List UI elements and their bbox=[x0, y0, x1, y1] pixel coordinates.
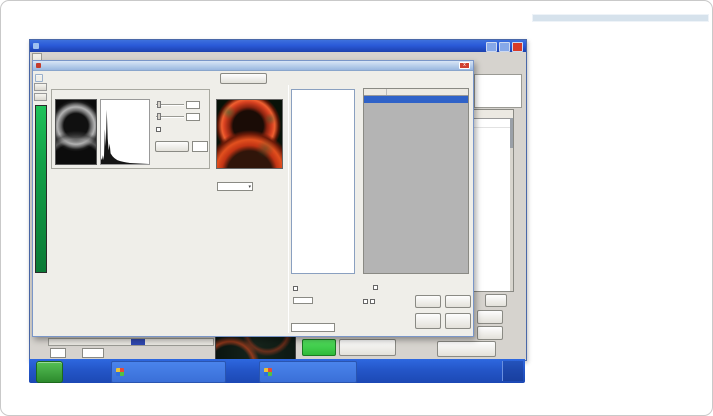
copy-rgb-setting-button[interactable] bbox=[220, 73, 267, 84]
filter-rgb-dialog: x bbox=[32, 60, 474, 337]
column-header bbox=[364, 89, 387, 95]
dialog-close-icon[interactable]: x bbox=[459, 62, 470, 69]
ng-checkbox[interactable] bbox=[370, 299, 375, 304]
bridge-mask-option-row bbox=[363, 296, 413, 306]
color-scale-bar bbox=[35, 105, 47, 273]
source-image-panels bbox=[51, 89, 210, 171]
rgb-filter-enable-checkbox[interactable] bbox=[293, 286, 298, 291]
confirm-complete-button[interactable] bbox=[437, 341, 496, 357]
taskbar bbox=[29, 359, 525, 383]
dropdown[interactable] bbox=[217, 182, 253, 191]
pad-list-header bbox=[364, 89, 468, 96]
main-window-titlebar bbox=[30, 40, 526, 52]
close-button[interactable] bbox=[445, 313, 471, 329]
vertical-divider bbox=[288, 85, 289, 333]
apply-button[interactable] bbox=[415, 295, 441, 308]
status-row bbox=[50, 348, 104, 358]
reverse-checkbox[interactable] bbox=[156, 127, 161, 132]
histogram-plot bbox=[100, 99, 150, 165]
dialog-icon bbox=[36, 63, 41, 68]
window-icon bbox=[116, 368, 124, 376]
page-background: x bbox=[0, 0, 713, 416]
pad-list-table bbox=[363, 88, 469, 274]
dialog-toolbar bbox=[35, 72, 215, 84]
elapsed-time-field bbox=[82, 348, 104, 358]
more-button[interactable] bbox=[485, 294, 507, 307]
save-button[interactable] bbox=[445, 295, 471, 308]
tree-item[interactable] bbox=[292, 90, 354, 96]
defect-table-header bbox=[473, 110, 513, 119]
progress-bar bbox=[48, 338, 214, 346]
side-tool-button[interactable] bbox=[34, 93, 47, 101]
padid-tree bbox=[291, 89, 355, 274]
defect-table bbox=[472, 109, 514, 292]
threshold-field[interactable] bbox=[192, 141, 208, 152]
auto-button[interactable] bbox=[302, 339, 336, 356]
bridge-mask-enable-checkbox[interactable] bbox=[373, 285, 378, 290]
photo-column bbox=[533, 15, 708, 395]
window-icon bbox=[264, 368, 272, 376]
status-count-field[interactable] bbox=[50, 348, 66, 358]
app-icon bbox=[33, 43, 39, 49]
side-tool-button[interactable] bbox=[34, 83, 47, 91]
defect-row[interactable] bbox=[473, 119, 513, 128]
legend-row bbox=[33, 276, 61, 283]
bridge-mask-options bbox=[363, 296, 413, 310]
h-slider[interactable] bbox=[156, 104, 184, 106]
bright-value-field[interactable] bbox=[293, 297, 313, 304]
tray-icon[interactable] bbox=[508, 368, 515, 375]
fine-tune-button[interactable] bbox=[339, 339, 396, 356]
dialog-titlebar: x bbox=[33, 61, 473, 71]
manual-test-bridge-field[interactable] bbox=[291, 323, 335, 332]
close-icon[interactable] bbox=[512, 42, 523, 52]
h-value-field[interactable] bbox=[186, 101, 200, 109]
taskbar-item-maintask[interactable] bbox=[259, 361, 357, 383]
maximize-icon[interactable] bbox=[499, 42, 510, 52]
preprocessing-row bbox=[217, 182, 287, 191]
source-image-groupbox bbox=[51, 89, 210, 169]
minimize-icon[interactable] bbox=[486, 42, 497, 52]
camera-thumbnail-strip bbox=[215, 336, 296, 360]
selected-part-image bbox=[216, 99, 283, 169]
main-window: x bbox=[29, 39, 527, 361]
threshold-button[interactable] bbox=[155, 141, 189, 152]
taskbar-item-datalink[interactable] bbox=[111, 361, 226, 383]
progress-segment bbox=[131, 339, 145, 345]
source-image-view bbox=[55, 99, 97, 165]
pad-list-selected-row[interactable] bbox=[364, 96, 468, 103]
machine-photo bbox=[533, 15, 708, 21]
test-bridge-button[interactable] bbox=[415, 313, 441, 329]
s-slider[interactable] bbox=[156, 116, 184, 118]
ok-checkbox[interactable] bbox=[363, 299, 368, 304]
result-legend bbox=[33, 276, 61, 283]
start-button[interactable] bbox=[36, 361, 63, 383]
s-value-field[interactable] bbox=[186, 113, 200, 121]
toolbar-icon[interactable] bbox=[35, 74, 43, 82]
preprocessing-rows bbox=[217, 182, 287, 195]
defective-button-bottom[interactable] bbox=[477, 326, 503, 340]
system-tray bbox=[502, 361, 523, 381]
defective-button-top[interactable] bbox=[477, 310, 503, 324]
preview-panel bbox=[474, 74, 522, 108]
panel-controls bbox=[154, 100, 210, 168]
